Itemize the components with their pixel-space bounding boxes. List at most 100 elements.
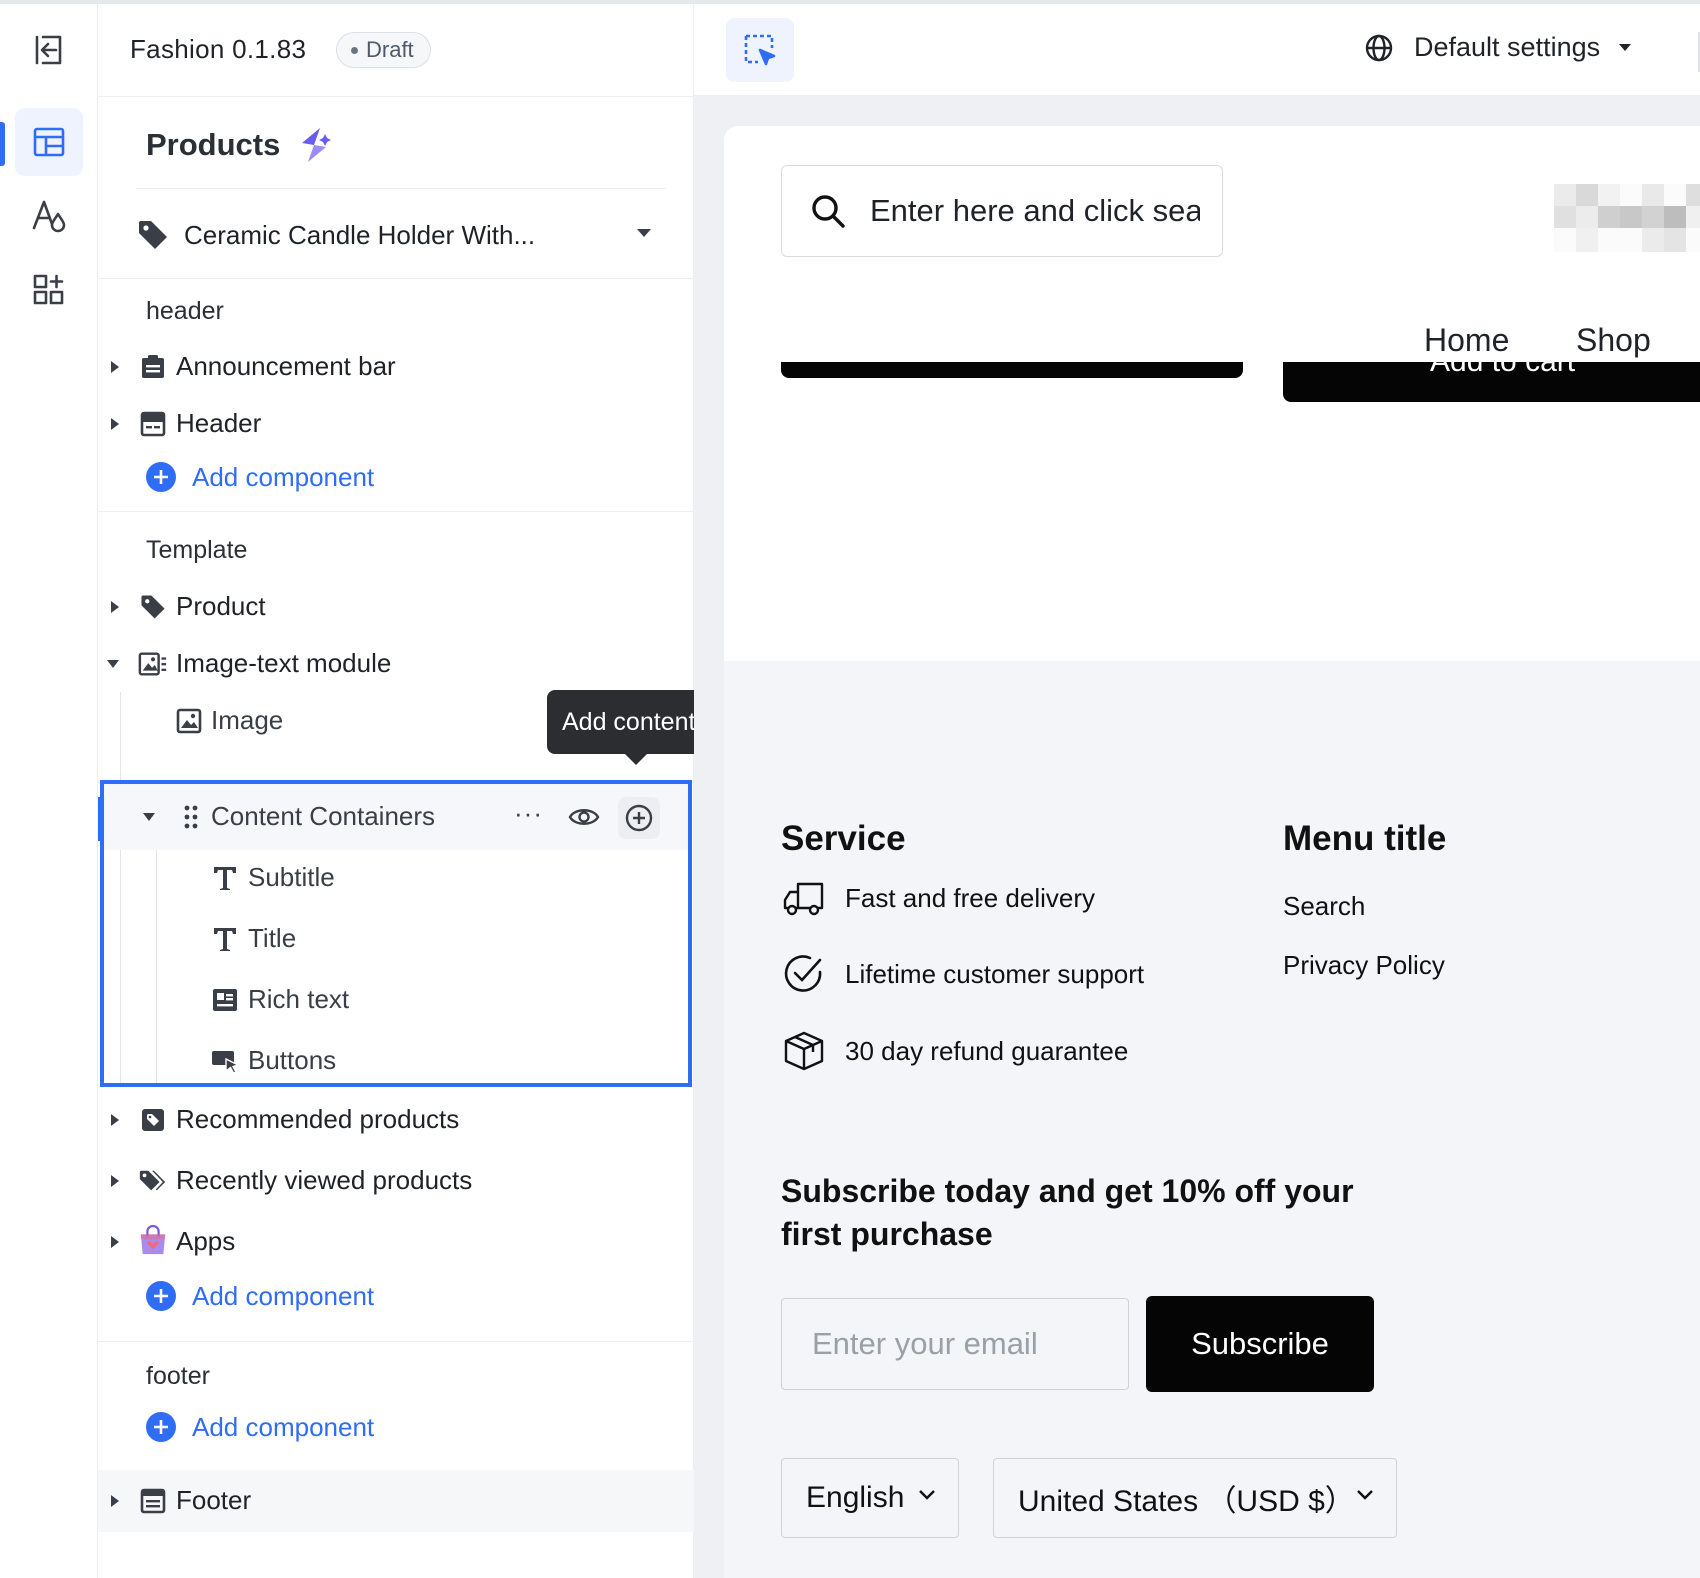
- check-circle-icon: [781, 951, 827, 997]
- section-label-template: Template: [146, 536, 248, 564]
- expand-arrow-icon[interactable]: [108, 1494, 122, 1508]
- eye-icon: [568, 809, 600, 825]
- service-item-support: Lifetime customer support: [781, 951, 1144, 997]
- preview-button-edge[interactable]: [781, 362, 1243, 378]
- tree-item-recommended-products[interactable]: Recommended products: [98, 1092, 694, 1148]
- status-badge: Draft: [336, 32, 431, 68]
- add-component-label: Add component: [192, 1280, 375, 1311]
- image-icon: [174, 706, 204, 736]
- select-tool-button[interactable]: [726, 18, 794, 82]
- tree-item-label: Rich text: [248, 984, 350, 1014]
- add-component-template-button[interactable]: Add component: [146, 1276, 374, 1316]
- add-component-footer-button[interactable]: Add component: [146, 1407, 374, 1447]
- tag-icon: [138, 592, 168, 622]
- settings-label: Default settings: [1414, 32, 1601, 62]
- apps-icon: [33, 274, 64, 305]
- preview-footer: Service Menu title Fast and free deliver…: [724, 661, 1700, 1578]
- expand-arrow-icon[interactable]: [108, 1113, 122, 1127]
- tree-item-product[interactable]: Product: [98, 579, 694, 635]
- store-logo: [1554, 184, 1700, 252]
- tree-item-content-containers[interactable]: Content Containers: [98, 789, 694, 845]
- chevron-down-icon: [919, 1490, 935, 1500]
- nav-link-home[interactable]: Home: [1424, 322, 1509, 359]
- tree-item-header[interactable]: Header: [98, 396, 694, 452]
- apps-nav-button[interactable]: [15, 256, 83, 324]
- service-item-label: Fast and free delivery: [845, 882, 1096, 913]
- tags-icon: [138, 1166, 168, 1196]
- tree-item-image-text-module[interactable]: Image-text module: [98, 636, 694, 692]
- status-dot: [351, 46, 358, 54]
- expand-arrow-icon[interactable]: [108, 600, 122, 614]
- tree-item-label: Content Containers: [211, 801, 436, 831]
- tree-item-label: Recommended products: [176, 1104, 460, 1134]
- language-select[interactable]: English: [781, 1458, 959, 1538]
- currency-value: United States （USD $）: [1018, 1485, 1355, 1518]
- menu-link-search[interactable]: Search: [1283, 891, 1365, 922]
- settings-dropdown[interactable]: Default settings: [1364, 32, 1632, 63]
- exit-icon: [35, 35, 62, 65]
- status-label: Draft: [366, 37, 414, 62]
- service-item-label: Lifetime customer support: [845, 958, 1145, 989]
- tree-item-title[interactable]: Title: [98, 911, 694, 967]
- service-item-label: 30 day refund guarantee: [845, 1035, 1129, 1066]
- add-component-header-button[interactable]: Add component: [146, 457, 374, 497]
- store-preview: Home Shop Add to cart Service Menu title…: [724, 126, 1700, 1578]
- drag-handle-icon[interactable]: [176, 802, 206, 832]
- menu-title: Menu title: [1283, 819, 1447, 858]
- selector-divider: [98, 278, 694, 279]
- email-field[interactable]: [781, 1298, 1129, 1390]
- page-title: Products: [146, 124, 334, 166]
- truck-icon: [781, 875, 827, 921]
- page-title-text: Products: [146, 127, 281, 162]
- theme-nav-button[interactable]: [15, 182, 83, 250]
- add-circle-outline-icon: [625, 804, 653, 832]
- language-value: English: [806, 1481, 905, 1514]
- tree-item-buttons[interactable]: Buttons: [98, 1033, 694, 1089]
- subscribe-button[interactable]: Subscribe: [1146, 1296, 1374, 1392]
- tree-item-recently-viewed[interactable]: Recently viewed products: [98, 1153, 694, 1209]
- header-layout-icon: [138, 409, 168, 439]
- icon-rail: [0, 4, 98, 1578]
- ai-sparkle-icon[interactable]: [294, 124, 334, 166]
- add-to-cart-button[interactable]: Add to cart: [1283, 362, 1700, 402]
- section-divider: [98, 511, 694, 512]
- add-circle-icon: [146, 1412, 176, 1442]
- rich-text-icon: [210, 985, 240, 1015]
- tree-item-rich-text[interactable]: Rich text: [98, 972, 694, 1028]
- expand-arrow-icon[interactable]: [108, 417, 122, 431]
- editor-topbar: Default settings: [694, 4, 1700, 96]
- product-selector[interactable]: Ceramic Candle Holder With...: [136, 192, 666, 278]
- add-content-button[interactable]: [618, 797, 660, 839]
- section-label-footer: footer: [146, 1362, 210, 1390]
- more-button[interactable]: ···: [514, 798, 543, 829]
- collapse-arrow-icon[interactable]: [106, 657, 120, 671]
- preview-search-box[interactable]: [781, 165, 1223, 257]
- exit-button[interactable]: [15, 16, 83, 84]
- nav-link-shop[interactable]: Shop: [1576, 322, 1651, 359]
- tree-item-announcement-bar[interactable]: Announcement bar: [98, 339, 694, 395]
- expand-arrow-icon[interactable]: [108, 1174, 122, 1188]
- tree-item-footer[interactable]: Footer: [98, 1473, 694, 1529]
- title-divider: [136, 188, 666, 189]
- recommended-icon: [138, 1105, 168, 1135]
- tree-item-apps[interactable]: Apps: [98, 1214, 694, 1270]
- currency-select[interactable]: United States （USD $）: [993, 1458, 1397, 1538]
- expand-arrow-icon[interactable]: [108, 360, 122, 374]
- button-click-icon: [210, 1046, 240, 1076]
- add-to-cart-label: Add to cart: [1430, 362, 1575, 379]
- visibility-toggle[interactable]: [568, 805, 600, 834]
- footer-layout-icon: [138, 1486, 168, 1516]
- expand-arrow-icon[interactable]: [108, 1235, 122, 1249]
- tree-item-label: Image-text module: [176, 648, 392, 678]
- service-title: Service: [781, 819, 906, 858]
- announcement-icon: [138, 352, 168, 382]
- tree-item-label: Recently viewed products: [176, 1165, 473, 1195]
- collapse-arrow-icon[interactable]: [142, 810, 156, 824]
- layout-nav-button[interactable]: [15, 108, 83, 176]
- menu-link-privacy-policy[interactable]: Privacy Policy: [1283, 950, 1445, 981]
- caret-down-icon: [1619, 44, 1632, 51]
- add-circle-icon: [146, 462, 176, 492]
- tree-item-subtitle[interactable]: Subtitle: [98, 850, 694, 906]
- layout-icon: [33, 127, 65, 157]
- preview-search-input[interactable]: [870, 193, 1200, 229]
